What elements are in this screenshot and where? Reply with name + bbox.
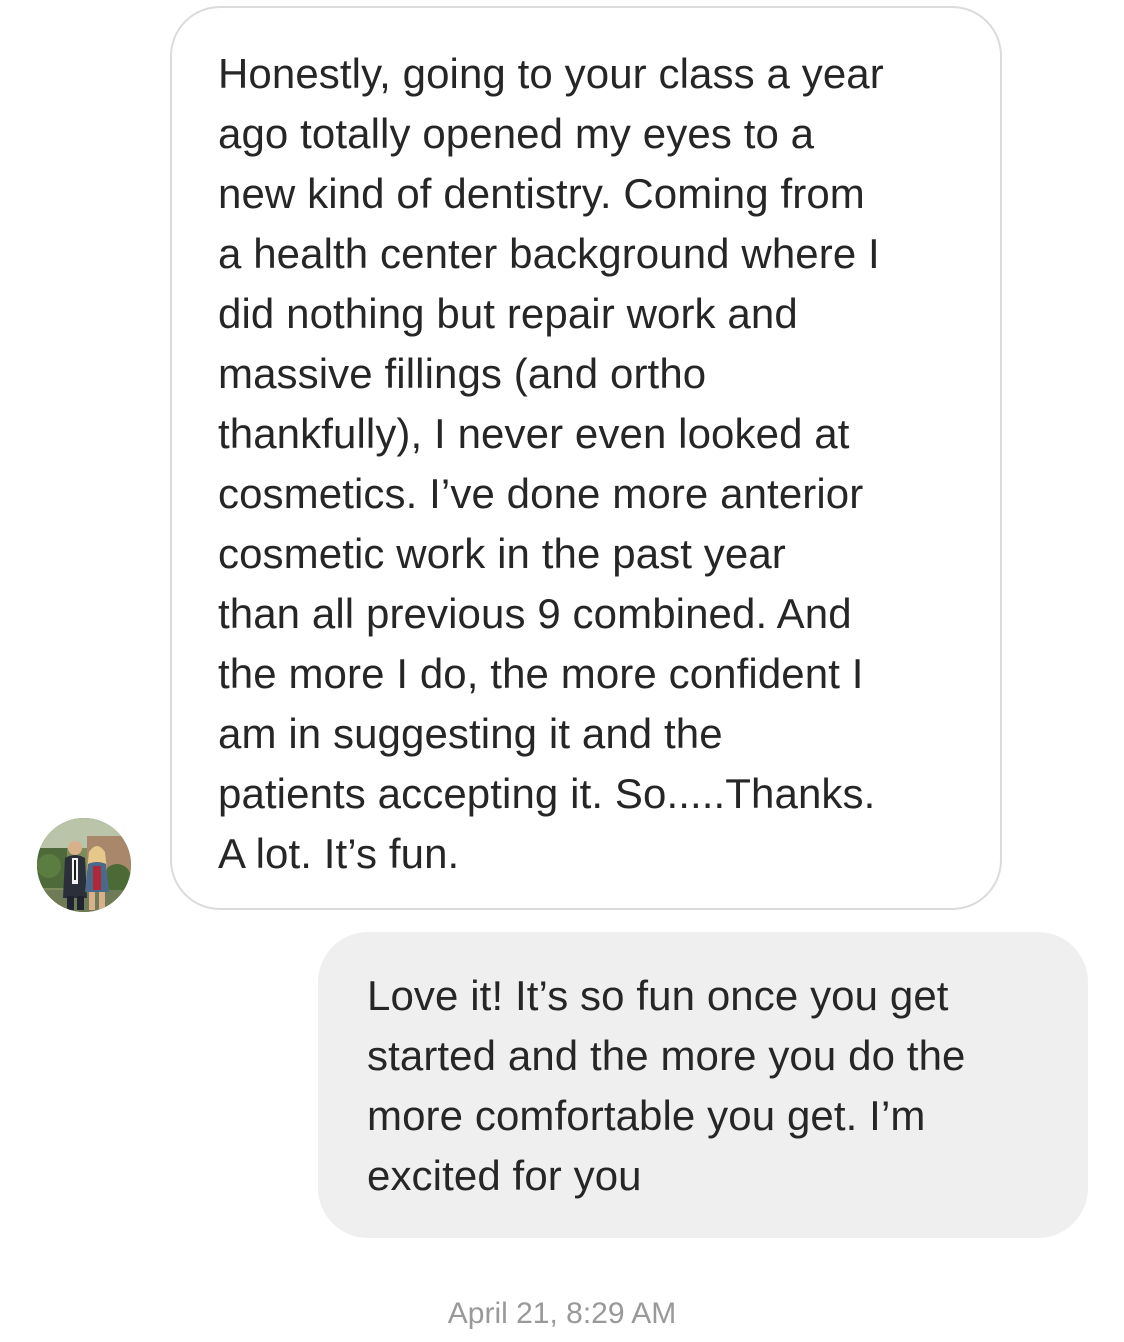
message-thread: Honestly, going to your class a year ago… bbox=[0, 0, 1124, 1342]
avatar-photo-icon bbox=[37, 818, 131, 912]
sender-avatar[interactable] bbox=[37, 818, 131, 912]
outgoing-message-bubble[interactable]: Love it! It’s so fun once you get starte… bbox=[318, 932, 1088, 1238]
incoming-message-text: Honestly, going to your class a year ago… bbox=[218, 50, 884, 877]
message-timestamp: April 21, 8:29 AM bbox=[447, 1297, 677, 1330]
incoming-message-bubble[interactable]: Honestly, going to your class a year ago… bbox=[170, 6, 1002, 910]
outgoing-message-text: Love it! It’s so fun once you get starte… bbox=[367, 972, 966, 1199]
